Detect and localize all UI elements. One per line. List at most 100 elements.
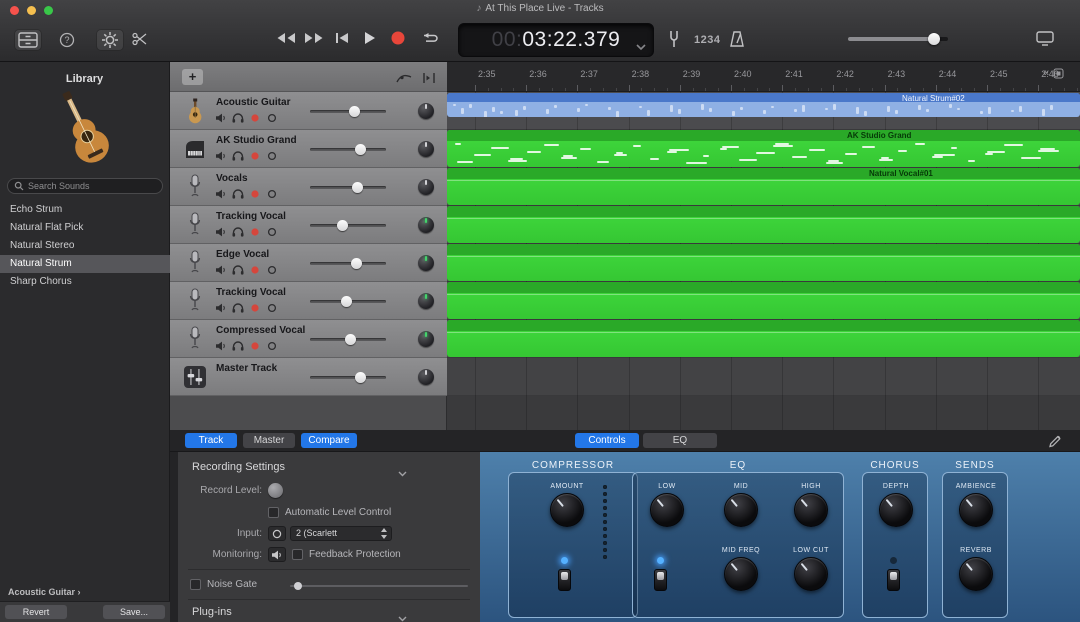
record-enable-button[interactable] <box>248 150 262 162</box>
knob[interactable] <box>959 557 993 591</box>
add-track-button[interactable]: + <box>182 69 203 85</box>
volume-slider[interactable] <box>310 376 386 379</box>
pan-knob[interactable] <box>418 255 434 271</box>
mute-button[interactable] <box>214 302 228 314</box>
volume-slider-knob[interactable] <box>351 258 362 269</box>
go-to-beginning-button[interactable] <box>332 31 352 45</box>
revert-button[interactable]: Revert <box>5 605 67 619</box>
chevron-down-icon[interactable] <box>636 38 646 56</box>
mute-button[interactable] <box>214 340 228 352</box>
solo-button[interactable] <box>231 226 245 238</box>
recording-settings-header[interactable]: Recording Settings <box>192 461 285 473</box>
record-enable-button[interactable] <box>248 340 262 352</box>
track-row[interactable]: Compressed Vocal <box>170 320 447 358</box>
chevron-down-icon[interactable] <box>398 609 407 622</box>
solo-button[interactable] <box>231 340 245 352</box>
knob[interactable] <box>794 557 828 591</box>
input-monitor-button[interactable] <box>265 302 279 314</box>
timeline-lanes[interactable]: Natural Strum#02AK Studio GrandNatural V… <box>447 92 1080 430</box>
track-row[interactable]: Acoustic Guitar <box>170 92 447 130</box>
volume-slider-knob[interactable] <box>345 334 356 345</box>
library-item[interactable]: Natural Strum <box>0 255 170 273</box>
tab-compare[interactable]: Compare <box>301 433 357 448</box>
knob[interactable] <box>959 493 993 527</box>
region[interactable] <box>447 206 1080 243</box>
knob[interactable] <box>650 493 684 527</box>
record-enable-button[interactable] <box>248 112 262 124</box>
track-row[interactable]: Edge Vocal <box>170 244 447 282</box>
pan-knob[interactable] <box>418 179 434 195</box>
master-volume-slider[interactable] <box>848 37 948 41</box>
search-sounds-input[interactable]: Search Sounds <box>7 178 163 194</box>
record-button[interactable] <box>388 29 408 47</box>
volume-slider[interactable] <box>310 110 386 113</box>
volume-slider[interactable] <box>310 262 386 265</box>
track-row[interactable]: Vocals <box>170 168 447 206</box>
pan-knob[interactable] <box>418 141 434 157</box>
rewind-button[interactable] <box>274 31 298 45</box>
tab-eq[interactable]: EQ <box>643 433 717 448</box>
pan-knob[interactable] <box>418 331 434 347</box>
mute-button[interactable] <box>214 150 228 162</box>
volume-slider[interactable] <box>310 300 386 303</box>
volume-slider[interactable] <box>310 186 386 189</box>
volume-slider-knob[interactable] <box>337 220 348 231</box>
solo-button[interactable] <box>231 112 245 124</box>
solo-button[interactable] <box>231 302 245 314</box>
input-monitor-button[interactable] <box>265 112 279 124</box>
mute-button[interactable] <box>214 264 228 276</box>
input-monitor-button[interactable] <box>265 226 279 238</box>
track-row[interactable]: Tracking Vocal <box>170 206 447 244</box>
volume-slider[interactable] <box>310 148 386 151</box>
volume-slider-knob[interactable] <box>352 182 363 193</box>
track-row[interactable]: Master Track <box>170 358 447 396</box>
stepper-icon[interactable] <box>378 528 390 539</box>
display-preferences-button[interactable] <box>1034 29 1056 47</box>
volume-slider-knob[interactable] <box>355 144 366 155</box>
mute-button[interactable] <box>214 188 228 200</box>
record-enable-button[interactable] <box>248 264 262 276</box>
knob[interactable] <box>794 493 828 527</box>
tab-master[interactable]: Master <box>243 433 295 448</box>
record-level-knob[interactable] <box>268 483 283 498</box>
help-button[interactable]: ? <box>58 31 76 49</box>
automation-button[interactable] <box>396 71 412 89</box>
region[interactable] <box>447 282 1080 319</box>
region[interactable] <box>447 244 1080 281</box>
noise-gate-checkbox[interactable] <box>190 579 201 590</box>
region[interactable]: AK Studio Grand <box>447 130 1080 167</box>
pan-knob[interactable] <box>418 103 434 119</box>
lcd-display[interactable]: 00:03:22.379 <box>458 23 654 57</box>
input-monitor-button[interactable] <box>265 150 279 162</box>
forward-button[interactable] <box>302 31 326 45</box>
library-item[interactable]: Echo Strum <box>0 201 170 219</box>
volume-slider-knob[interactable] <box>355 372 366 383</box>
tuner-button[interactable] <box>666 29 682 49</box>
record-enable-button[interactable] <box>248 302 262 314</box>
input-format-button[interactable] <box>268 526 286 541</box>
record-enable-button[interactable] <box>248 226 262 238</box>
library-item[interactable]: Natural Stereo <box>0 237 170 255</box>
solo-button[interactable] <box>231 188 245 200</box>
cycle-button[interactable] <box>418 31 442 45</box>
feedback-protection-checkbox[interactable] <box>292 549 303 560</box>
knob[interactable] <box>724 493 758 527</box>
automation-pencil-button[interactable] <box>1048 434 1062 453</box>
settings-button[interactable] <box>96 29 124 51</box>
input-monitor-button[interactable] <box>265 188 279 200</box>
knob[interactable] <box>724 557 758 591</box>
cut-tool-button[interactable] <box>131 31 149 47</box>
toggle-switch[interactable] <box>558 569 571 591</box>
tab-controls[interactable]: Controls <box>575 433 639 448</box>
mute-button[interactable] <box>214 112 228 124</box>
master-volume-knob[interactable] <box>928 33 940 45</box>
timeline-ruler[interactable]: « 2:352:362:372:382:392:402:412:422:432:… <box>447 62 1080 92</box>
noise-gate-slider[interactable] <box>290 585 468 587</box>
region[interactable]: Natural Strum#02 <box>447 93 1080 117</box>
knob[interactable] <box>550 493 584 527</box>
library-item[interactable]: Natural Flat Pick <box>0 219 170 237</box>
noise-gate-slider-knob[interactable] <box>294 582 302 590</box>
library-item[interactable]: Sharp Chorus <box>0 273 170 291</box>
auto-level-checkbox[interactable] <box>268 507 279 518</box>
record-enable-button[interactable] <box>248 188 262 200</box>
